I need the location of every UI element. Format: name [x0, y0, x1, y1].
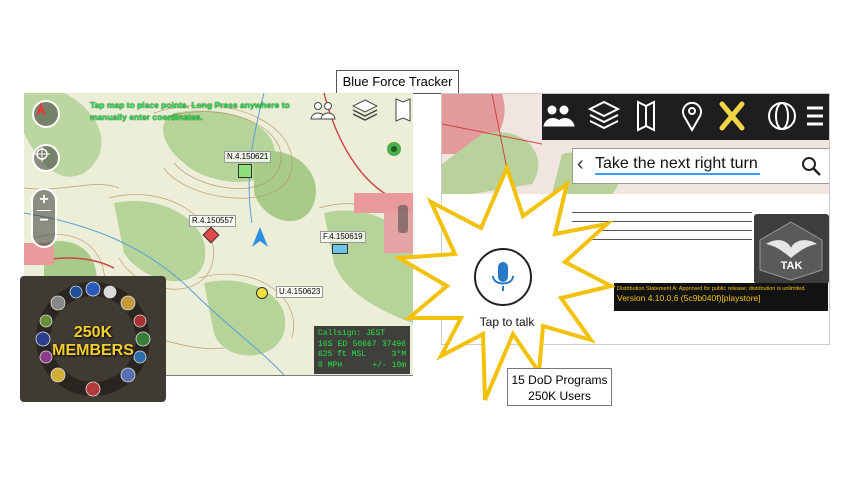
marker-label: U.4.150623 — [276, 286, 324, 298]
members-text: 250K MEMBERS — [20, 324, 166, 360]
layers-icon — [352, 99, 378, 121]
title-callout: Blue Force Tracker — [336, 70, 459, 94]
speed-row: 0 MPH +/- 10m — [318, 361, 406, 372]
grid-zone: 16S — [318, 339, 333, 349]
members-label: MEMBERS — [52, 342, 134, 359]
members-badge: 250K MEMBERS — [20, 276, 166, 402]
programs-callout: 15 DoD Programs 250K Users — [507, 368, 612, 406]
grid-square: ED — [337, 339, 348, 349]
crosshair-icon — [34, 146, 50, 162]
app-toolbar — [542, 94, 829, 140]
people-icon — [543, 105, 575, 127]
marker-rectangle[interactable] — [332, 244, 348, 254]
microphone-icon — [492, 262, 514, 291]
hamburger-menu-icon — [807, 106, 823, 126]
zoom-control[interactable]: + − — [31, 188, 57, 248]
version-text: Version 4.10.0.6 (5c9b040f)[playstore] — [617, 293, 761, 303]
search-icon[interactable] — [801, 156, 821, 176]
zoom-out-icon[interactable]: − — [33, 211, 55, 231]
close-x-icon — [719, 101, 745, 131]
speed: 0 MPH — [318, 360, 343, 370]
distribution-statement: Distribution Statement A: Approved for p… — [617, 286, 806, 292]
pin-icon — [682, 101, 702, 133]
layers-icon — [587, 100, 621, 130]
search-input[interactable]: Take the next right turn — [595, 155, 760, 175]
map-hint-text: Tap map to place points. Long Press anyw… — [90, 100, 290, 122]
marker-label: R.4.150557 — [189, 215, 237, 227]
locate-self-button[interactable] — [32, 144, 60, 172]
self-position-icon — [252, 227, 268, 247]
toolbar-icons — [543, 100, 823, 133]
tap-to-talk-label: Tap to talk — [479, 315, 535, 329]
compass-icon — [36, 102, 46, 116]
marker-label: N.4.150621 — [224, 151, 272, 163]
zoom-in-icon[interactable]: + — [33, 190, 55, 210]
map-icon — [395, 98, 411, 122]
marker-label: F.4.150619 — [320, 231, 366, 243]
tak-logo: TAK — [754, 214, 829, 284]
altitude-row: 625 ft MSL 3°M — [318, 350, 406, 361]
tak-logo-text: TAK — [780, 260, 803, 272]
marker-square[interactable] — [238, 164, 252, 178]
map-icon — [637, 100, 655, 132]
tak-eagle-icon — [759, 221, 823, 281]
callsign-text: Callsign: JEST — [318, 329, 386, 338]
easting: 50667 — [352, 339, 377, 349]
push-to-talk-button[interactable] — [474, 248, 532, 306]
compass-button[interactable] — [32, 100, 60, 128]
altitude: 625 ft MSL — [318, 350, 367, 359]
people-icon — [310, 102, 336, 120]
bug-icon — [387, 142, 401, 156]
distribution-banner: Distribution Statement A: Approved for p… — [614, 283, 828, 311]
users-count: 250K Users — [528, 389, 591, 403]
members-count: 250K — [73, 324, 113, 341]
grid-row: 16S ED 50667 37496 — [318, 340, 406, 351]
marker-circle[interactable] — [256, 287, 268, 299]
programs-count: 15 DoD Programs — [511, 373, 608, 387]
globe-icon — [768, 102, 796, 130]
